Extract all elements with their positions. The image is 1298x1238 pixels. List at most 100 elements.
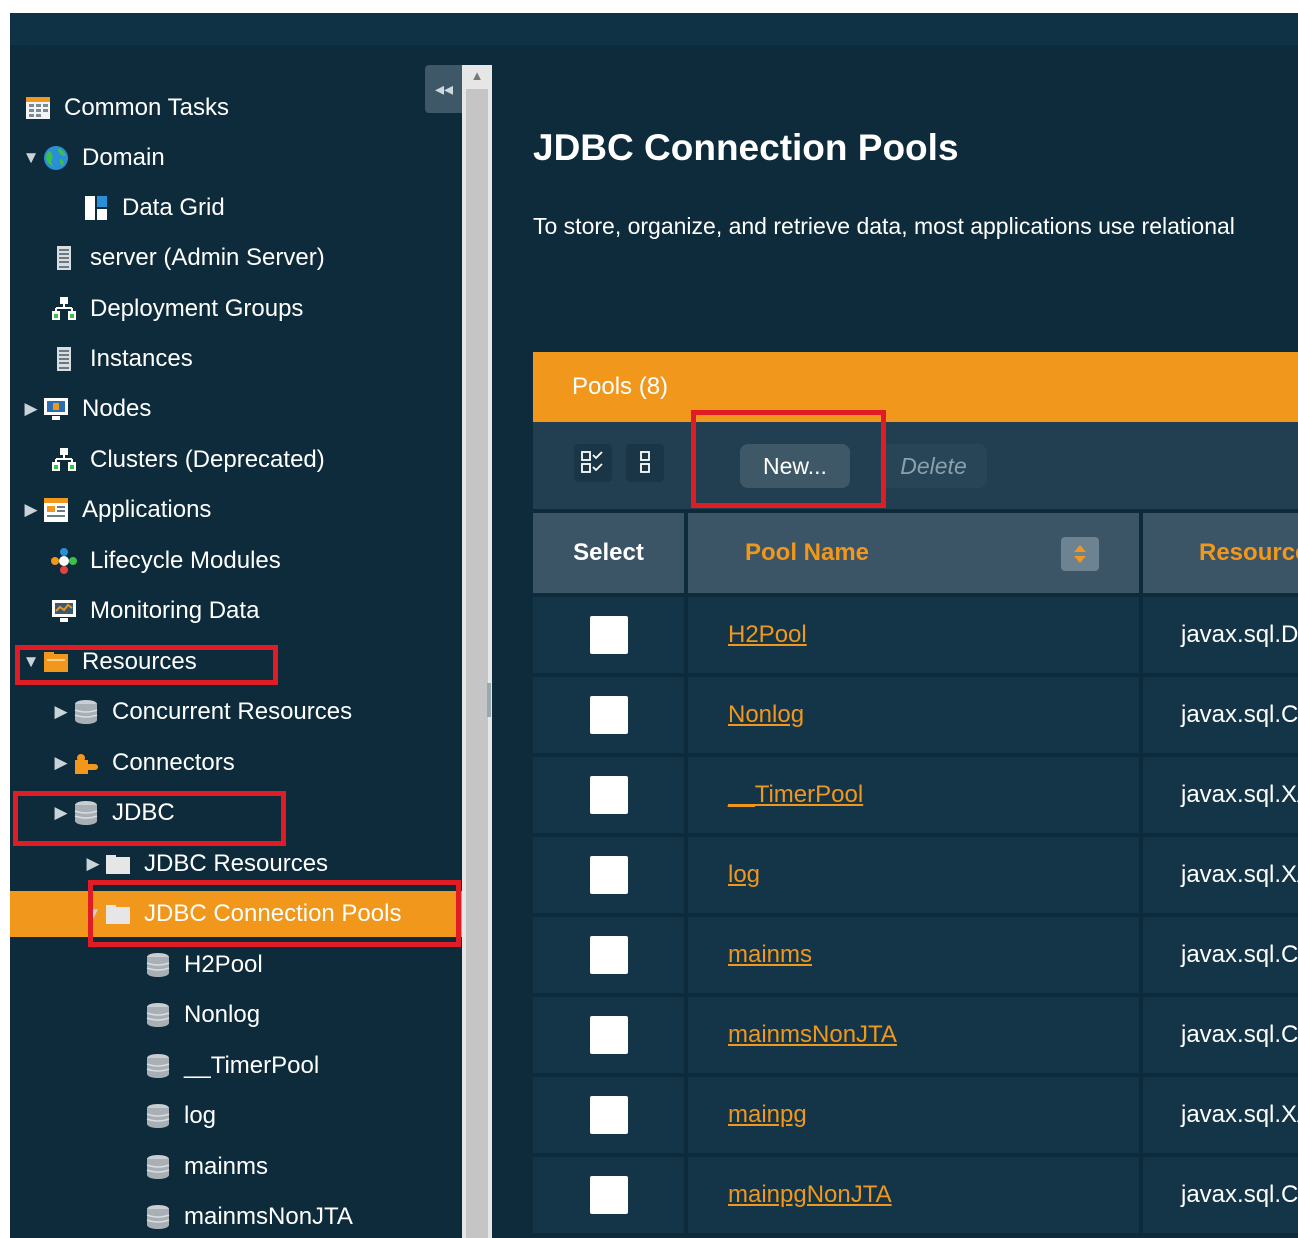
expand-arrow-icon[interactable]: ▼	[22, 148, 40, 168]
expand-arrow-icon[interactable]: ▶	[22, 500, 40, 520]
sort-icon	[1074, 545, 1086, 563]
select-cell	[533, 997, 684, 1073]
deselect-all-button[interactable]	[626, 444, 664, 482]
row-checkbox[interactable]	[589, 776, 628, 814]
tree-item-label: Connectors	[112, 749, 235, 776]
expand-arrow-icon[interactable]: ▶	[52, 702, 70, 722]
tree-item-jdbc[interactable]: ▶ JDBC	[10, 790, 462, 836]
select-cell	[533, 837, 684, 913]
tree-item-data-grid[interactable]: Data Grid	[10, 185, 462, 231]
select-cell	[533, 597, 684, 673]
tree-item-nodes[interactable]: ▶ Nodes	[10, 386, 462, 432]
database-icon	[144, 1203, 172, 1231]
server-icon	[50, 345, 78, 373]
admin-console-window: Common Tasks ▼ Domain Data Grid server (…	[10, 13, 1298, 1238]
pool-name-link[interactable]: mainpgNonJTA	[728, 1181, 892, 1209]
pool-name-link[interactable]: Nonlog	[728, 701, 804, 729]
globe-icon	[42, 144, 70, 172]
tree-item-jdbc-connection-pools[interactable]: ▼ JDBC Connection Pools	[10, 891, 462, 937]
tree-item-lifecycle-modules[interactable]: Lifecycle Modules	[10, 538, 462, 584]
tree-item-jdbc-resources[interactable]: ▶ JDBC Resources	[10, 841, 462, 887]
splitter-grip-handle[interactable]	[487, 683, 491, 717]
database-icon	[144, 951, 172, 979]
pool-name-cell: mainpg	[688, 1077, 1139, 1153]
table-title: Pools (8)	[533, 352, 1298, 422]
table-row: mainmsNonJTA javax.sql.ConnectionPoolDat…	[533, 997, 1298, 1073]
resource-type-cell: javax.sql.XADataSource	[1143, 837, 1298, 913]
database-icon	[144, 1001, 172, 1029]
tree-item-resources[interactable]: ▼ Resources	[10, 639, 462, 685]
tree-item-pool[interactable]: mainmsNonJTA	[10, 1194, 462, 1238]
pool-name-link[interactable]: H2Pool	[728, 621, 807, 649]
expand-arrow-icon[interactable]: ▶	[52, 753, 70, 773]
pool-name-link[interactable]: log	[728, 861, 760, 889]
row-checkbox[interactable]	[589, 1016, 628, 1054]
column-header-resource-type[interactable]: Resource	[1143, 513, 1298, 593]
tree-item-domain[interactable]: ▼ Domain	[10, 135, 462, 181]
select-cell	[533, 757, 684, 833]
page-title: JDBC Connection Pools	[533, 127, 959, 168]
tree-item-connectors[interactable]: ▶ Connectors	[10, 740, 462, 786]
lifecycle-icon	[50, 547, 78, 575]
pool-name-link[interactable]: __TimerPool	[728, 781, 863, 809]
tree-item-pool[interactable]: __TimerPool	[10, 1043, 462, 1089]
tree-item-label: Nodes	[82, 395, 152, 422]
new-pool-button[interactable]: New...	[740, 444, 850, 488]
row-checkbox[interactable]	[589, 856, 628, 894]
tree-item-label: Resources	[82, 648, 197, 675]
select-all-button[interactable]	[574, 444, 612, 482]
resource-type-cell: javax.sql.ConnectionPoolDataSource	[1143, 917, 1298, 993]
expand-arrow-icon[interactable]: ▶	[84, 854, 102, 874]
tree-item-label: Data Grid	[122, 194, 225, 221]
tree-item-pool[interactable]: Nonlog	[10, 992, 462, 1038]
resource-type-cell: javax.sql.ConnectionPoolDataSource	[1143, 677, 1298, 753]
table-row: mainms javax.sql.ConnectionPoolDataSourc…	[533, 917, 1298, 993]
tree-item-clusters[interactable]: Clusters (Deprecated)	[10, 437, 462, 483]
tree-item-pool[interactable]: H2Pool	[10, 942, 462, 988]
sort-toggle-button[interactable]	[1061, 537, 1099, 571]
collapse-sidebar-button[interactable]: ◂◂	[425, 65, 463, 113]
pool-name-cell: Nonlog	[688, 677, 1139, 753]
delete-pool-button[interactable]: Delete	[880, 444, 987, 488]
table-row: mainpg javax.sql.XADataSource	[533, 1077, 1298, 1153]
tree-item-common-tasks[interactable]: Common Tasks	[10, 85, 462, 131]
tree-item-label: H2Pool	[184, 951, 263, 978]
folder-icon	[104, 900, 132, 928]
row-checkbox[interactable]	[589, 936, 628, 974]
tree-item-server[interactable]: server (Admin Server)	[10, 235, 462, 281]
row-checkbox[interactable]	[589, 696, 628, 734]
tree-item-label: log	[184, 1102, 217, 1129]
expand-arrow-icon[interactable]: ▶	[52, 803, 70, 823]
row-checkbox[interactable]	[589, 1176, 628, 1214]
select-cell	[533, 1077, 684, 1153]
database-icon	[144, 1102, 172, 1130]
row-checkbox[interactable]	[589, 1096, 628, 1134]
pool-name-cell: mainms	[688, 917, 1139, 993]
tree-item-deployment-groups[interactable]: Deployment Groups	[10, 286, 462, 332]
expand-arrow-icon[interactable]: ▼	[84, 904, 102, 924]
row-checkbox[interactable]	[589, 616, 628, 654]
scrollbar-thumb[interactable]	[466, 89, 488, 1238]
resources-folder-icon	[42, 648, 70, 676]
navigation-tree: Common Tasks ▼ Domain Data Grid server (…	[10, 45, 462, 1238]
tree-item-label: JDBC	[112, 799, 175, 826]
pool-name-cell: mainmsNonJTA	[688, 997, 1139, 1073]
pool-name-link[interactable]: mainpg	[728, 1101, 807, 1129]
pool-name-link[interactable]: mainms	[728, 941, 812, 969]
column-header-pool-name[interactable]: Pool Name	[688, 513, 1139, 593]
tree-item-label: mainms	[184, 1153, 269, 1180]
expand-arrow-icon[interactable]: ▼	[22, 652, 40, 672]
tree-item-instances[interactable]: Instances	[10, 336, 462, 382]
pool-name-link[interactable]: mainmsNonJTA	[728, 1021, 897, 1049]
tree-item-label: Domain	[82, 144, 165, 171]
tree-item-pool[interactable]: mainms	[10, 1144, 462, 1190]
tree-item-label: Deployment Groups	[90, 295, 304, 322]
tree-item-applications[interactable]: ▶ Applications	[10, 487, 462, 533]
page-description: To store, organize, and retrieve data, m…	[533, 213, 1235, 239]
sidebar-scrollbar[interactable]: ▲	[462, 65, 492, 1238]
expand-arrow-icon[interactable]: ▶	[22, 399, 40, 419]
tree-item-concurrent-resources[interactable]: ▶ Concurrent Resources	[10, 689, 462, 735]
scroll-up-arrow-icon[interactable]: ▲	[462, 65, 492, 87]
tree-item-pool[interactable]: log	[10, 1093, 462, 1139]
tree-item-monitoring-data[interactable]: Monitoring Data	[10, 588, 462, 634]
